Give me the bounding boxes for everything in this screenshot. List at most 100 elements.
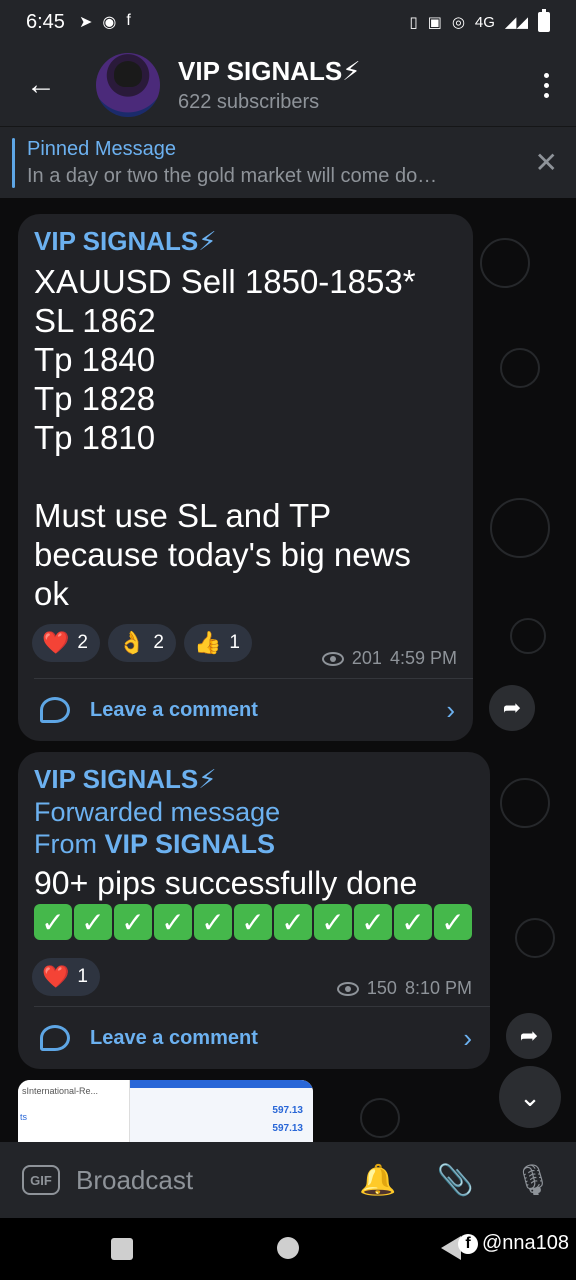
bell-icon[interactable]: 🔔 bbox=[359, 1163, 396, 1198]
message-text: 90+ pips successfully done bbox=[34, 865, 418, 901]
comment-icon bbox=[40, 1025, 70, 1051]
reaction-count: 2 bbox=[77, 632, 88, 653]
background-doodle bbox=[515, 918, 555, 958]
views-icon bbox=[336, 981, 359, 996]
background-doodle bbox=[500, 348, 540, 388]
reactions-row: ❤️ 2 👌 2 👍 1 bbox=[32, 624, 252, 662]
message-input-bar: GIF Broadcast 🔔 📎 🎙 bbox=[0, 1142, 576, 1218]
share-icon: ➦ bbox=[519, 1023, 539, 1048]
reaction-count: 1 bbox=[77, 966, 88, 987]
vibrate-icon: ▯ bbox=[409, 14, 418, 31]
reaction-thumbs-up[interactable]: 👍 1 bbox=[183, 624, 252, 662]
comment-label: Leave a comment bbox=[90, 1026, 258, 1049]
battery-icon bbox=[538, 9, 550, 32]
attach-icon[interactable]: 📎 bbox=[437, 1163, 474, 1198]
leave-comment-button[interactable]: Leave a comment › bbox=[34, 680, 455, 740]
background-doodle bbox=[490, 498, 550, 558]
reaction-ok-hand[interactable]: 👌 2 bbox=[107, 624, 176, 662]
views-icon bbox=[321, 651, 344, 666]
check-mark-icon: ✓ bbox=[314, 904, 352, 940]
check-mark-icon: ✓ bbox=[34, 904, 72, 940]
check-mark-icon: ✓ bbox=[154, 904, 192, 940]
system-icons: ▯ ▣ ◎ 4G ◢◢ bbox=[409, 9, 550, 32]
back-arrow-icon[interactable]: ← bbox=[0, 44, 82, 126]
check-mark-icon: ✓ bbox=[434, 904, 472, 940]
thumbs-up-icon: 👍 bbox=[193, 630, 222, 655]
subscriber-count: 622 subscribers bbox=[178, 91, 320, 113]
wifi-calling-icon: ◎ bbox=[451, 14, 465, 31]
image-message-preview[interactable]: sInternational-Re... ts 597.13 597.13 bbox=[18, 1080, 313, 1142]
divider bbox=[34, 1006, 490, 1007]
forwarded-header: Forwarded message From VIP SIGNALS bbox=[34, 796, 280, 860]
preview-value: 597.13 bbox=[272, 1105, 303, 1116]
reaction-count: 1 bbox=[229, 632, 240, 653]
background-doodle bbox=[500, 778, 550, 828]
scroll-down-button[interactable]: ⌄ bbox=[499, 1066, 561, 1128]
home-button[interactable] bbox=[277, 1237, 299, 1259]
whatsapp-icon: ◉ bbox=[102, 14, 117, 31]
facebook-icon: f bbox=[458, 1233, 478, 1254]
volte-icon: ▣ bbox=[427, 14, 442, 31]
pinned-message-bar[interactable]: Pinned Message In a day or two the gold … bbox=[0, 126, 576, 198]
comment-icon bbox=[40, 697, 70, 723]
recents-button[interactable] bbox=[111, 1238, 133, 1260]
more-options-icon[interactable] bbox=[516, 44, 576, 126]
channel-info[interactable]: VIP SIGNALS⚡ 622 subscribers bbox=[178, 56, 360, 114]
channel-title: VIP SIGNALS⚡ bbox=[178, 56, 361, 86]
network-type: 4G bbox=[474, 13, 495, 31]
message-bubble[interactable]: VIP SIGNALS⚡ XAUUSD Sell 1850-1853* SL 1… bbox=[18, 214, 473, 741]
preview-site-text: sInternational-Re... bbox=[22, 1086, 99, 1096]
background-doodle bbox=[510, 618, 546, 654]
chevron-right-icon: › bbox=[463, 1022, 472, 1053]
pinned-title: Pinned Message bbox=[27, 137, 176, 160]
signal-icon: ◢◢ bbox=[504, 14, 528, 31]
ok-hand-icon: 👌 bbox=[117, 630, 146, 655]
message-sender: VIP SIGNALS⚡ bbox=[34, 764, 217, 794]
check-mark-icon: ✓ bbox=[234, 904, 272, 940]
chat-area[interactable]: VIP SIGNALS⚡ XAUUSD Sell 1850-1853* SL 1… bbox=[0, 198, 576, 1142]
forwarded-from-prefix: From bbox=[34, 829, 97, 859]
check-mark-icon: ✓ bbox=[394, 904, 432, 940]
status-time: 6:45 bbox=[26, 10, 65, 33]
message-time: 8:10 PM bbox=[404, 978, 472, 998]
check-mark-icon: ✓ bbox=[194, 904, 232, 940]
check-mark-icon: ✓ bbox=[74, 904, 112, 940]
background-doodle bbox=[480, 238, 530, 288]
chevron-right-icon: › bbox=[446, 694, 455, 725]
heart-icon: ❤️ bbox=[42, 630, 70, 655]
broadcast-input[interactable]: Broadcast bbox=[76, 1165, 193, 1196]
message-text: XAUUSD Sell 1850-1853* SL 1862 Tp 1840 T… bbox=[34, 263, 416, 612]
reaction-count: 2 bbox=[153, 632, 164, 653]
view-count: 150 bbox=[366, 978, 397, 998]
forwarded-from-name[interactable]: VIP SIGNALS bbox=[105, 829, 276, 859]
share-button[interactable]: ➦ bbox=[489, 685, 535, 731]
view-count: 201 bbox=[351, 648, 382, 668]
pinned-indicator bbox=[12, 137, 15, 188]
message-bubble[interactable]: VIP SIGNALS⚡ Forwarded message From VIP … bbox=[18, 752, 490, 1069]
preview-value: 597.13 bbox=[272, 1123, 303, 1134]
check-mark-icon: ✓ bbox=[274, 904, 312, 940]
check-mark-icon: ✓ bbox=[354, 904, 392, 940]
channel-avatar[interactable] bbox=[96, 53, 160, 117]
heart-icon: ❤️ bbox=[42, 964, 70, 989]
close-icon[interactable]: ✕ bbox=[535, 146, 558, 179]
microphone-icon[interactable]: 🎙 bbox=[514, 1163, 552, 1198]
leave-comment-button[interactable]: Leave a comment › bbox=[34, 1008, 472, 1068]
reaction-heart[interactable]: ❤️ 2 bbox=[32, 624, 100, 662]
pinned-text: In a day or two the gold market will com… bbox=[27, 164, 438, 187]
check-mark-icon: ✓ bbox=[114, 904, 152, 940]
gif-icon[interactable]: GIF bbox=[22, 1165, 60, 1195]
message-meta: 201 4:59 PM bbox=[321, 648, 457, 669]
preview-label: ts bbox=[20, 1112, 28, 1122]
message-meta: 150 8:10 PM bbox=[336, 978, 472, 999]
check-marks-row: ✓ ✓ ✓ ✓ ✓ ✓ ✓ ✓ ✓ ✓ ✓ bbox=[34, 904, 472, 940]
message-sender: VIP SIGNALS⚡ bbox=[34, 226, 217, 256]
notification-icons: ➤ ◉ f bbox=[79, 12, 131, 32]
divider bbox=[34, 678, 473, 679]
share-button[interactable]: ➦ bbox=[506, 1013, 552, 1059]
chat-header: ← VIP SIGNALS⚡ 622 subscribers bbox=[0, 44, 576, 126]
telegram-icon: ➤ bbox=[78, 14, 93, 31]
reaction-heart[interactable]: ❤️ 1 bbox=[32, 958, 100, 996]
forwarded-label: Forwarded message bbox=[34, 797, 281, 827]
watermark: f @nna108 bbox=[458, 1232, 569, 1255]
